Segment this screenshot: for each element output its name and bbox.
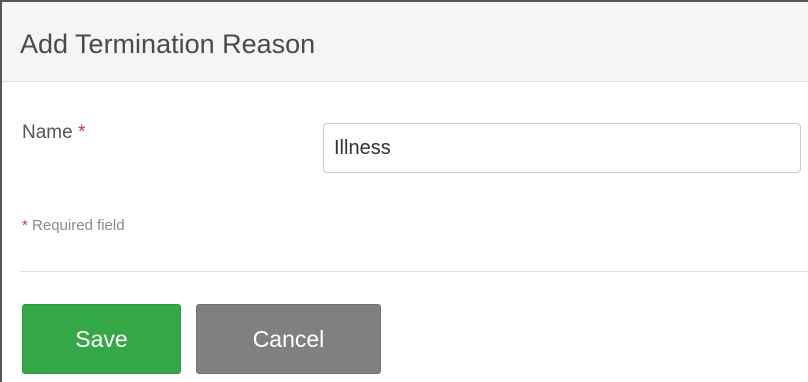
- name-label-text: Name: [22, 122, 73, 143]
- page-title: Add Termination Reason: [20, 29, 316, 59]
- name-label: Name *: [22, 122, 85, 144]
- required-note-star: *: [22, 217, 28, 234]
- panel-header: Add Termination Reason: [2, 2, 808, 82]
- required-star: *: [77, 122, 86, 143]
- add-termination-reason-panel: Add Termination Reason Name * * Required…: [0, 0, 808, 382]
- required-note-text: Required field: [32, 217, 125, 234]
- name-input[interactable]: [323, 123, 801, 173]
- form-divider: [20, 271, 808, 272]
- required-field-note: * Required field: [22, 217, 125, 234]
- cancel-button[interactable]: Cancel: [196, 304, 381, 374]
- save-button[interactable]: Save: [22, 304, 181, 374]
